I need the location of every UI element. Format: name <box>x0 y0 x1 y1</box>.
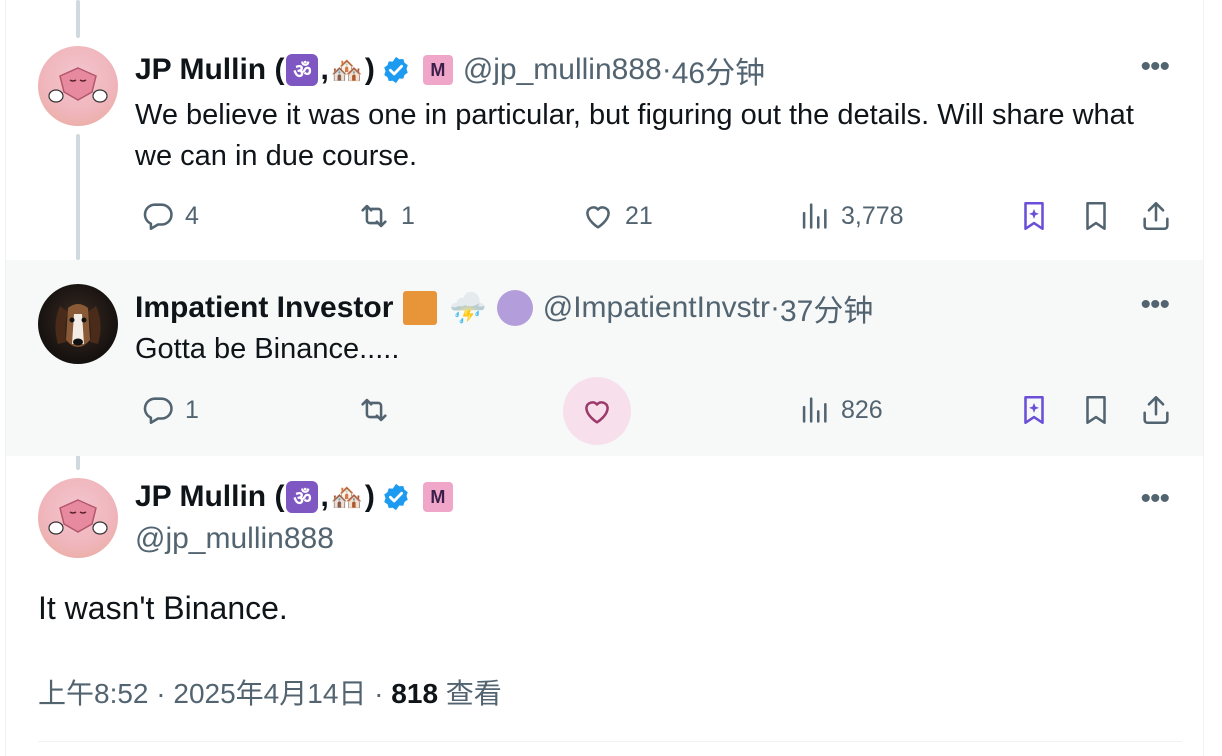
tweet-2-header: Impatient Investor ⛈️ @ImpatientInvstr ·… <box>135 286 873 330</box>
avatar-jp-mullin[interactable] <box>38 478 118 558</box>
tweet-2[interactable]: Impatient Investor ⛈️ @ImpatientInvstr ·… <box>6 260 1203 456</box>
frame-right-border <box>1203 0 1204 756</box>
repost-count: 1 <box>401 201 415 230</box>
view-count: 3,778 <box>841 201 904 230</box>
tweet-1-actions: 4 1 21 3,778 <box>135 193 1175 243</box>
avatar-jp-mullin[interactable] <box>38 46 118 126</box>
name-close-paren: ) <box>364 480 375 513</box>
reply-button[interactable]: 4 <box>141 199 199 233</box>
views-label: 查看 <box>445 678 502 709</box>
timestamp[interactable]: 37分钟 <box>780 286 873 330</box>
reply-button[interactable]: 1 <box>141 393 199 427</box>
name-close-paren: ) <box>364 53 375 86</box>
more-icon[interactable]: ••• <box>1140 482 1169 516</box>
bookmark-icon <box>1086 395 1106 425</box>
handle[interactable]: @ImpatientInvstr <box>543 291 770 325</box>
om-emoji-icon: ॐ <box>286 481 319 513</box>
reply-count: 1 <box>185 395 199 424</box>
tweet-2-text: Gotta be Binance..... <box>135 333 400 365</box>
avatar-illustration <box>48 499 108 535</box>
display-name[interactable]: Impatient Investor <box>135 291 393 325</box>
like-count: 21 <box>625 201 653 230</box>
houses-emoji-icon: 🏘️ <box>330 481 363 512</box>
tweet-1-text: We believe it was one in particular, but… <box>135 99 1134 172</box>
main-tweet-text: It wasn't Binance. <box>38 590 288 626</box>
avatar-impatient-investor[interactable] <box>38 284 118 364</box>
affiliate-badge-icon[interactable]: M <box>422 55 453 85</box>
om-emoji-icon: ॐ <box>286 54 319 86</box>
grok-bookmark-button[interactable] <box>1017 393 1051 427</box>
reply-icon <box>143 397 173 425</box>
display-name[interactable]: JP Mullin ( <box>135 53 284 87</box>
avatar-dog-illustration <box>55 304 101 347</box>
bottom-divider <box>38 741 1182 742</box>
post-time[interactable]: 上午8:52 <box>38 678 149 709</box>
views-icon <box>802 203 827 229</box>
verified-badge-icon[interactable] <box>381 482 411 512</box>
like-button[interactable] <box>563 377 631 445</box>
grok-bookmark-icon <box>1024 201 1044 231</box>
main-tweet-header: JP Mullin ( ॐ , 🏘️ ) M <box>135 480 463 514</box>
repost-button[interactable] <box>357 393 391 427</box>
share-icon <box>1143 201 1169 231</box>
view-count: 826 <box>841 395 883 424</box>
repost-icon <box>361 204 387 228</box>
name-comma: , <box>320 480 329 513</box>
bookmark-button[interactable] <box>1079 199 1113 233</box>
bookmark-icon <box>1086 201 1106 231</box>
bookmark-button[interactable] <box>1079 393 1113 427</box>
reply-count: 4 <box>185 201 199 230</box>
separator-dot: · <box>769 291 780 324</box>
orange-square-icon <box>403 291 438 325</box>
handle[interactable]: @jp_mullin888 <box>135 522 334 556</box>
houses-emoji-icon: 🏘️ <box>330 54 363 85</box>
tweet-1[interactable]: JP Mullin ( ॐ , 🏘️ ) M @jp_mullin888 · 4… <box>6 0 1203 260</box>
grok-bookmark-icon <box>1024 395 1044 425</box>
like-icon <box>586 206 610 229</box>
views-count: 818 <box>391 678 439 709</box>
views-button[interactable]: 826 <box>797 393 883 427</box>
views-icon <box>802 397 827 423</box>
avatar-illustration <box>48 67 108 103</box>
like-button[interactable]: 21 <box>581 199 653 233</box>
share-button[interactable] <box>1139 393 1173 427</box>
purple-circle-icon <box>496 290 533 326</box>
tweet-2-actions: 1 826 <box>135 377 1175 445</box>
reply-icon <box>143 203 173 231</box>
repost-icon <box>361 398 387 422</box>
separator-dot: · <box>661 53 672 86</box>
timestamp[interactable]: 46分钟 <box>672 48 765 92</box>
name-comma: , <box>320 53 329 86</box>
views-button[interactable]: 3,778 <box>797 199 904 233</box>
repost-button[interactable]: 1 <box>357 199 415 233</box>
handle[interactable]: @jp_mullin888 <box>463 53 662 87</box>
share-button[interactable] <box>1139 199 1173 233</box>
post-date[interactable]: 2025年4月14日 <box>173 678 366 709</box>
more-icon[interactable]: ••• <box>1140 288 1169 322</box>
share-icon <box>1143 395 1169 425</box>
verified-badge-icon[interactable] <box>381 55 411 85</box>
affiliate-badge-icon[interactable]: M <box>422 482 453 512</box>
main-tweet-meta: 上午8:52 · 2025年4月14日 · 818 查看 <box>38 678 502 709</box>
more-icon[interactable]: ••• <box>1140 50 1169 84</box>
display-name[interactable]: JP Mullin ( <box>135 480 284 514</box>
like-icon <box>585 401 609 424</box>
grok-bookmark-button[interactable] <box>1017 199 1051 233</box>
tweet-1-header: JP Mullin ( ॐ , 🏘️ ) M @jp_mullin888 · 4… <box>135 48 765 92</box>
storm-cloud-icon: ⛈️ <box>449 291 487 325</box>
